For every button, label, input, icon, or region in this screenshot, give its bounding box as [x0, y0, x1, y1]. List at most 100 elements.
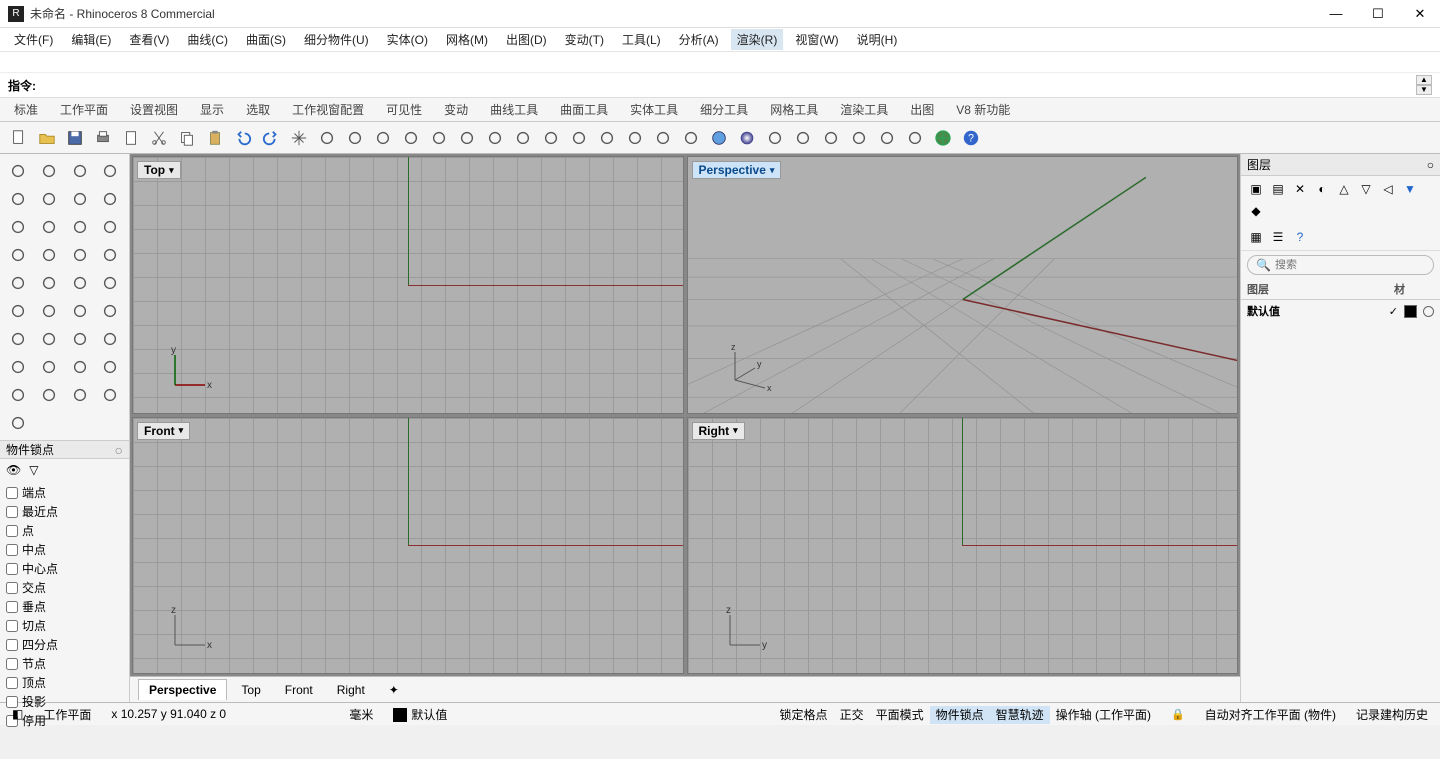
viewport-perspective[interactable]: Perspective▾ x y z: [687, 156, 1239, 414]
menu-14[interactable]: 说明(H): [851, 29, 904, 50]
file-icon[interactable]: [118, 125, 144, 151]
tool-boom[interactable]: [4, 298, 32, 324]
osnap-1[interactable]: 最近点: [6, 502, 123, 521]
viewport-tab-front[interactable]: Front: [275, 680, 323, 700]
menu-11[interactable]: 分析(A): [673, 29, 725, 50]
menu-4[interactable]: 曲面(S): [240, 29, 292, 50]
copy-icon[interactable]: [174, 125, 200, 151]
layer-left-icon[interactable]: ◁: [1379, 180, 1397, 198]
layer-search-input[interactable]: [1275, 259, 1425, 271]
layer-sublayer-icon[interactable]: ▤: [1269, 180, 1287, 198]
tool-poly[interactable]: [96, 298, 124, 324]
tool-arc[interactable]: [66, 186, 94, 212]
tool-mesh2[interactable]: [4, 326, 32, 352]
osnap-check-1[interactable]: [6, 506, 18, 518]
status-toggle-3[interactable]: 物件锁点: [930, 706, 990, 724]
layer-up-icon[interactable]: ◐: [1313, 180, 1331, 198]
osnap-5[interactable]: 交点: [6, 578, 123, 597]
layer-moveup-icon[interactable]: △: [1335, 180, 1353, 198]
status-toggle-4[interactable]: 智慧轨迹: [990, 706, 1050, 724]
osnap-8[interactable]: 四分点: [6, 635, 123, 654]
status-cplane-icon[interactable]: ◧: [6, 707, 29, 721]
layer-new-icon[interactable]: ▣: [1247, 180, 1265, 198]
osnap-check-11[interactable]: [6, 696, 18, 708]
car-icon[interactable]: [538, 125, 564, 151]
zoom-ext-icon[interactable]: [398, 125, 424, 151]
osnap-9[interactable]: 节点: [6, 654, 123, 673]
tool-torus[interactable]: [96, 242, 124, 268]
viewport-right-menu-icon[interactable]: ▾: [733, 425, 738, 436]
maximize-button[interactable]: ☐: [1366, 4, 1390, 24]
tool-sphere-s[interactable]: [4, 270, 32, 296]
osnap-check-4[interactable]: [6, 563, 18, 575]
status-units[interactable]: 毫米: [343, 706, 379, 723]
menu-1[interactable]: 编辑(E): [65, 29, 117, 50]
new-icon[interactable]: [6, 125, 32, 151]
viewport-tab-add[interactable]: ✦: [379, 680, 409, 700]
toolbar-tab-10[interactable]: 实体工具: [624, 99, 684, 120]
status-toggle-5[interactable]: 操作轴 (工作平面): [1050, 706, 1157, 724]
status-autocplane[interactable]: 自动对齐工作平面 (物件): [1199, 704, 1342, 725]
osnap-7[interactable]: 切点: [6, 616, 123, 635]
osnap-check-3[interactable]: [6, 544, 18, 556]
menu-8[interactable]: 出图(D): [500, 29, 553, 50]
toolbar-tab-0[interactable]: 标准: [8, 99, 44, 120]
layer-delete-icon[interactable]: ✕: [1291, 180, 1309, 198]
light-icon[interactable]: [650, 125, 676, 151]
tool-check[interactable]: [96, 382, 124, 408]
viewport-tab-perspective[interactable]: Perspective: [138, 679, 227, 700]
paste-icon[interactable]: [202, 125, 228, 151]
viewport-top-menu-icon[interactable]: ▾: [169, 165, 174, 176]
redo-icon[interactable]: [258, 125, 284, 151]
open-icon[interactable]: [34, 125, 60, 151]
menu-9[interactable]: 变动(T): [559, 29, 610, 50]
print-icon[interactable]: [90, 125, 116, 151]
cull-icon[interactable]: [594, 125, 620, 151]
menu-5[interactable]: 细分物件(U): [298, 29, 375, 50]
tool-subd[interactable]: [35, 298, 63, 324]
tool-box[interactable]: [4, 242, 32, 268]
tool-rect[interactable]: [96, 186, 124, 212]
layer-visible-icon[interactable]: ✓: [1389, 305, 1398, 318]
viewport-top[interactable]: Top▾ x y: [132, 156, 684, 414]
toolbar-tab-1[interactable]: 工作平面: [54, 99, 114, 120]
osnap-check-0[interactable]: [6, 487, 18, 499]
osnap-2[interactable]: 点: [6, 521, 123, 540]
status-toggle-0[interactable]: 锁定格点: [774, 706, 834, 724]
gear-icon[interactable]: [874, 125, 900, 151]
tool-curve[interactable]: [4, 214, 32, 240]
tool-dim3[interactable]: [4, 354, 32, 380]
tool-dim[interactable]: [66, 326, 94, 352]
globe-icon[interactable]: [930, 125, 956, 151]
sphere-icon[interactable]: [734, 125, 760, 151]
tool-polyline[interactable]: [96, 158, 124, 184]
viewport-front[interactable]: Front▾ x z: [132, 417, 684, 675]
osnap-0[interactable]: 端点: [6, 483, 123, 502]
command-input[interactable]: [40, 78, 1416, 92]
layer-help-icon[interactable]: ?: [1291, 228, 1309, 246]
rotate-icon[interactable]: [314, 125, 340, 151]
toolbar-tab-2[interactable]: 设置视图: [124, 99, 184, 120]
osnap-4[interactable]: 中心点: [6, 559, 123, 578]
toolbar-tab-7[interactable]: 变动: [438, 99, 474, 120]
tool-surf1[interactable]: [66, 214, 94, 240]
help-icon[interactable]: ?: [958, 125, 984, 151]
osnap-check-7[interactable]: [6, 620, 18, 632]
tool-text[interactable]: [35, 326, 63, 352]
tool-pipe[interactable]: [35, 270, 63, 296]
tool-line[interactable]: [66, 158, 94, 184]
osnap-check-8[interactable]: [6, 639, 18, 651]
menu-13[interactable]: 视窗(W): [789, 29, 844, 50]
tool-mesh1[interactable]: [66, 298, 94, 324]
mat-icon-icon[interactable]: [818, 125, 844, 151]
osnap-10[interactable]: 顶点: [6, 673, 123, 692]
osnap-check-10[interactable]: [6, 677, 18, 689]
toolbar-tab-11[interactable]: 细分工具: [694, 99, 754, 120]
tool-mirror[interactable]: [35, 382, 63, 408]
layer-row-default[interactable]: 默认值 ✓: [1241, 300, 1440, 322]
status-toggle-2[interactable]: 平面模式: [870, 706, 930, 724]
menu-3[interactable]: 曲线(C): [181, 29, 234, 50]
tool-ellipse[interactable]: [35, 186, 63, 212]
close-button[interactable]: ✕: [1408, 4, 1432, 24]
zoom-sel-icon[interactable]: [426, 125, 452, 151]
